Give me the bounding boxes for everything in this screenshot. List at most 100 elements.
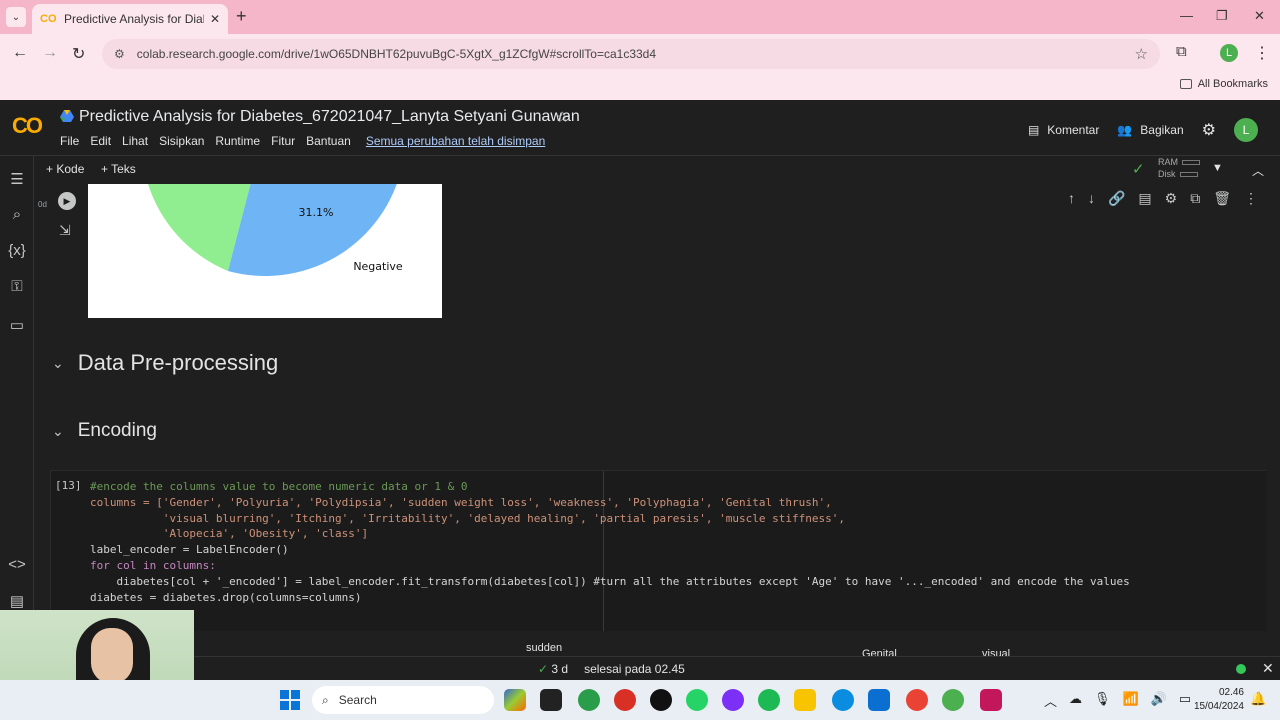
search-icon[interactable]: ⌕ [8,206,26,223]
menu-view[interactable]: Lihat [122,134,148,148]
menu-file[interactable]: File [60,134,79,148]
star-notebook-icon[interactable]: ☆ [556,108,569,126]
cell-more-icon[interactable]: ⋮ [1244,190,1258,207]
volume-icon[interactable]: 🔊 [1151,691,1167,710]
search-icon: ⌕ [322,692,329,707]
move-down-icon[interactable]: ↓ [1088,190,1095,207]
code-cell[interactable]: [13] #encode the columns value to become… [50,470,1267,631]
notebook-content[interactable]: 0d ▶ ⇲ 31.1% Negative ↑ ↓ 🔗 ▤ ⚙ ⧉ 🗑 ⋮ ⌄ … [34,184,1270,656]
code-snippets-icon[interactable]: <> [8,556,26,573]
run-cell-button[interactable]: ▶ [58,192,76,210]
tab-close-icon[interactable]: ✕ [210,12,220,26]
share-label: Bagikan [1140,123,1184,137]
extensions-icon[interactable]: ⧉ [1176,43,1187,60]
taskbar-clock[interactable]: 02.46 15/04/2024 [1192,686,1244,714]
app-icon[interactable] [722,689,744,711]
menu-tools[interactable]: Fitur [271,134,295,148]
output-options-icon[interactable]: ⇲ [59,222,71,239]
spotify-icon[interactable] [758,689,780,711]
chrome-icon[interactable] [578,689,600,711]
close-window-button[interactable]: ✕ [1254,8,1265,24]
comment-button[interactable]: ▤ Komentar [1028,123,1099,137]
chrome-profile-icon[interactable] [614,689,636,711]
link-icon[interactable]: 🔗 [1108,190,1125,207]
edge-icon[interactable] [832,689,854,711]
secrets-key-icon[interactable]: ⚿ [8,278,26,295]
profile-avatar[interactable]: L [1220,44,1238,62]
mirror-cell-icon[interactable]: ⧉ [1190,190,1200,207]
minimize-button[interactable]: — [1180,8,1193,23]
vscode-icon[interactable] [868,689,890,711]
colab-favicon-icon: CO [40,13,57,25]
back-icon[interactable]: ← [12,44,28,62]
notification-bell-icon[interactable]: 🔔 [1250,691,1266,707]
files-folder-icon[interactable]: ▭ [8,316,26,334]
wifi-icon[interactable]: 📶 [1123,691,1139,710]
menu-help[interactable]: Bantuan [306,134,351,148]
saved-status-link[interactable]: Semua perubahan telah disimpan [366,134,545,148]
reload-icon[interactable]: ↻ [72,44,85,64]
browser-toolbar: ← → ↻ ⚙ colab.research.google.com/drive/… [0,34,1280,74]
user-avatar[interactable]: L [1234,118,1258,142]
close-status-icon[interactable]: ✕ [1262,660,1274,677]
comment-cell-icon[interactable]: ▤ [1138,190,1151,207]
pie-chart: 31.1% Negative [148,184,403,277]
delete-cell-icon[interactable]: 🗑 [1213,190,1231,207]
taskbar-search[interactable]: ⌕ Search [312,686,494,714]
onedrive-icon[interactable]: ☁ [1069,691,1082,710]
add-code-button[interactable]: + Kode [46,162,84,176]
section-data-preprocessing[interactable]: ⌄ Data Pre-processing [52,350,278,376]
whatsapp-icon[interactable] [686,689,708,711]
resource-monitor[interactable]: RAM Disk [1158,156,1200,180]
settings-gear-icon[interactable]: ⚙ [1202,120,1216,140]
share-button[interactable]: 👥 Bagikan [1117,123,1183,137]
file-explorer-icon[interactable] [794,689,816,711]
forward-icon[interactable]: → [42,44,58,62]
chevron-down-icon[interactable]: ⌄ [52,355,64,372]
github-icon[interactable] [650,689,672,711]
table-of-contents-icon[interactable]: ☰ [8,170,26,188]
tray-chevron-icon[interactable]: ︿ [1044,691,1057,710]
battery-icon[interactable]: ▭ [1179,691,1191,710]
code-line: #encode the columns value to become nume… [90,480,468,493]
microphone-icon[interactable]: 🎙 [1094,691,1111,710]
new-tab-button[interactable]: + [236,6,247,27]
code-editor[interactable]: #encode the columns value to become nume… [90,479,1130,605]
site-info-icon[interactable]: ⚙ [114,47,125,61]
runtime-dropdown-icon[interactable]: ▼ [1212,162,1223,174]
run-duration-text: 3 d [551,662,569,676]
tab-search-dropdown[interactable]: ⌄ [6,7,26,27]
variables-icon[interactable]: {x} [8,242,26,259]
cell-exec-time: 0d [38,200,47,209]
menu-runtime[interactable]: Runtime [215,134,260,148]
chrome-alt-icon[interactable] [906,689,928,711]
task-view-icon[interactable] [540,689,562,711]
app-circle-icon[interactable] [942,689,964,711]
section-encoding[interactable]: ⌄ Encoding [52,420,157,442]
command-palette-icon[interactable]: ▤ [8,592,26,610]
chevron-down-icon[interactable]: ⌄ [52,423,64,440]
app-square-icon[interactable] [980,689,1002,711]
column-header: visual [982,648,1011,656]
add-text-button[interactable]: + Teks [101,162,136,176]
slice-percent-label: 31.1% [299,206,334,219]
copilot-icon[interactable] [504,689,526,711]
cell-settings-icon[interactable]: ⚙ [1165,190,1178,207]
menu-edit[interactable]: Edit [90,134,111,148]
bookmark-star-icon[interactable]: ☆ [1135,45,1148,63]
move-up-icon[interactable]: ↑ [1068,190,1075,207]
browser-tab[interactable]: CO Predictive Analysis for Diabetes ✕ [32,4,228,34]
collapse-toolbar-icon[interactable]: ︿ [1252,162,1264,179]
dataframe-output-header: sudden Genital visual [184,640,1270,656]
maximize-button[interactable]: ❐ [1216,8,1228,24]
browser-menu-icon[interactable]: ⋮ [1254,43,1270,63]
all-bookmarks-button[interactable]: All Bookmarks [1179,78,1268,90]
code-line: label_encoder = LabelEncoder() [90,543,289,557]
menu-insert[interactable]: Sisipkan [159,134,204,148]
address-bar[interactable]: ⚙ colab.research.google.com/drive/1wO65D… [102,39,1160,69]
windows-start-icon[interactable] [280,690,300,710]
colab-logo[interactable]: CO [12,113,43,139]
drive-icon[interactable] [60,110,74,122]
clock-time: 02.46 [1218,687,1244,698]
notebook-title[interactable]: Predictive Analysis for Diabetes_6720210… [79,108,580,126]
